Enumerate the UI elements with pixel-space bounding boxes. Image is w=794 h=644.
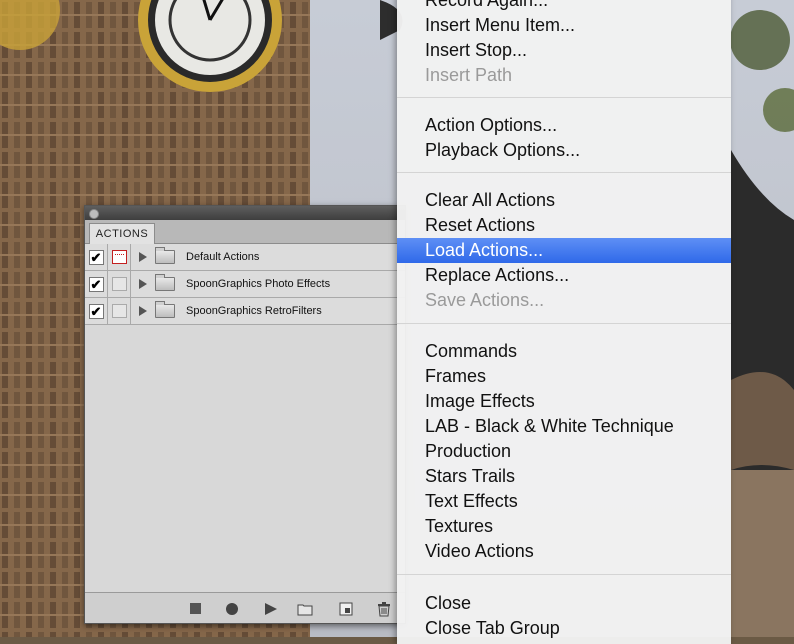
action-set-label: SpoonGraphics RetroFilters — [186, 305, 322, 317]
expand-triangle-icon[interactable] — [139, 252, 147, 262]
panel-footer-toolbar — [85, 592, 405, 623]
menu-item-playback-options[interactable]: Playback Options... — [397, 138, 731, 163]
menu-separator — [397, 172, 731, 173]
menu-separator — [397, 97, 731, 98]
panel-close-button[interactable] — [89, 209, 99, 219]
menu-item-frames[interactable]: Frames — [397, 364, 731, 389]
menu-item-insert-path: Insert Path — [425, 65, 513, 85]
menu-separator — [397, 574, 731, 575]
check-icon[interactable]: ✔ — [88, 276, 104, 292]
dialog-toggle-icon[interactable] — [111, 277, 127, 291]
toggle-dialog-cell[interactable] — [108, 244, 131, 270]
dialog-toggle-icon[interactable] — [111, 304, 127, 318]
play-icon — [265, 603, 277, 615]
toggle-dialog-cell[interactable] — [108, 271, 131, 297]
delete-button[interactable] — [377, 602, 391, 617]
menu-item-insert-stop[interactable]: Insert Stop... — [397, 38, 731, 63]
folder-icon — [155, 301, 175, 318]
new-set-button[interactable] — [297, 602, 313, 616]
new-set-folder-icon — [297, 604, 313, 616]
check-icon[interactable]: ✔ — [88, 303, 104, 319]
new-action-button[interactable] — [339, 602, 353, 616]
menu-item-record-again[interactable]: Record Again... — [397, 0, 731, 13]
play-button[interactable] — [265, 602, 279, 616]
new-action-icon — [339, 602, 353, 616]
stop-button[interactable] — [189, 602, 203, 616]
menu-item-commands[interactable]: Commands — [397, 339, 731, 364]
menu-item-action-options[interactable]: Action Options... — [397, 113, 731, 138]
menu-item-replace-actions[interactable]: Replace Actions... — [397, 263, 731, 288]
expand-triangle-icon[interactable] — [139, 279, 147, 289]
action-set-label: SpoonGraphics Photo Effects — [186, 278, 331, 290]
toggle-item-cell[interactable]: ✔ — [85, 244, 108, 270]
record-icon — [226, 603, 238, 615]
menu-item-textures[interactable]: Textures — [397, 514, 731, 539]
toggle-item-cell[interactable]: ✔ — [85, 298, 108, 324]
dialog-toggle-icon[interactable] — [111, 250, 127, 264]
action-set-label: Default Actions — [186, 251, 260, 263]
menu-item-production[interactable]: Production — [397, 439, 731, 464]
menu-item-close[interactable]: Close — [397, 591, 731, 616]
toggle-item-cell[interactable]: ✔ — [85, 271, 108, 297]
tab-actions[interactable]: ACTIONS — [89, 223, 155, 244]
menu-item-insert-menu-item[interactable]: Insert Menu Item... — [397, 13, 731, 38]
expand-triangle-icon[interactable] — [139, 306, 147, 316]
action-set-row[interactable]: ✔ SpoonGraphics Photo Effects — [85, 271, 405, 298]
folder-icon — [155, 274, 175, 291]
toggle-dialog-cell[interactable] — [108, 298, 131, 324]
menu-item-load-actions[interactable]: Load Actions... — [397, 238, 731, 263]
actions-panel-flyout-menu: Record Again... Insert Menu Item... Inse… — [397, 0, 731, 644]
menu-item-save-actions: Save Actions... — [425, 290, 545, 310]
action-set-row[interactable]: ✔ SpoonGraphics RetroFilters — [85, 298, 405, 325]
menu-item-lab-bw-technique[interactable]: LAB - Black & White Technique — [397, 414, 731, 439]
folder-icon — [155, 247, 175, 264]
menu-separator — [397, 323, 731, 324]
action-set-list: ✔ Default Actions ✔ SpoonGraphics Photo … — [85, 244, 405, 325]
panel-titlebar[interactable] — [85, 206, 405, 220]
check-icon[interactable]: ✔ — [88, 249, 104, 265]
record-button[interactable] — [225, 602, 239, 616]
panel-tabstrip: ACTIONS — [85, 220, 405, 244]
actions-panel: ACTIONS ✔ Default Actions ✔ SpoonGraphic… — [84, 205, 406, 624]
menu-item-text-effects[interactable]: Text Effects — [397, 489, 731, 514]
menu-item-stars-trails[interactable]: Stars Trails — [397, 464, 731, 489]
trash-icon — [378, 602, 390, 617]
menu-item-clear-all-actions[interactable]: Clear All Actions — [397, 188, 731, 213]
menu-item-video-actions[interactable]: Video Actions — [397, 539, 731, 564]
action-set-row[interactable]: ✔ Default Actions — [85, 244, 405, 271]
stop-icon — [190, 603, 201, 614]
menu-item-reset-actions[interactable]: Reset Actions — [397, 213, 731, 238]
menu-item-close-tab-group[interactable]: Close Tab Group — [397, 616, 731, 641]
menu-item-image-effects[interactable]: Image Effects — [397, 389, 731, 414]
